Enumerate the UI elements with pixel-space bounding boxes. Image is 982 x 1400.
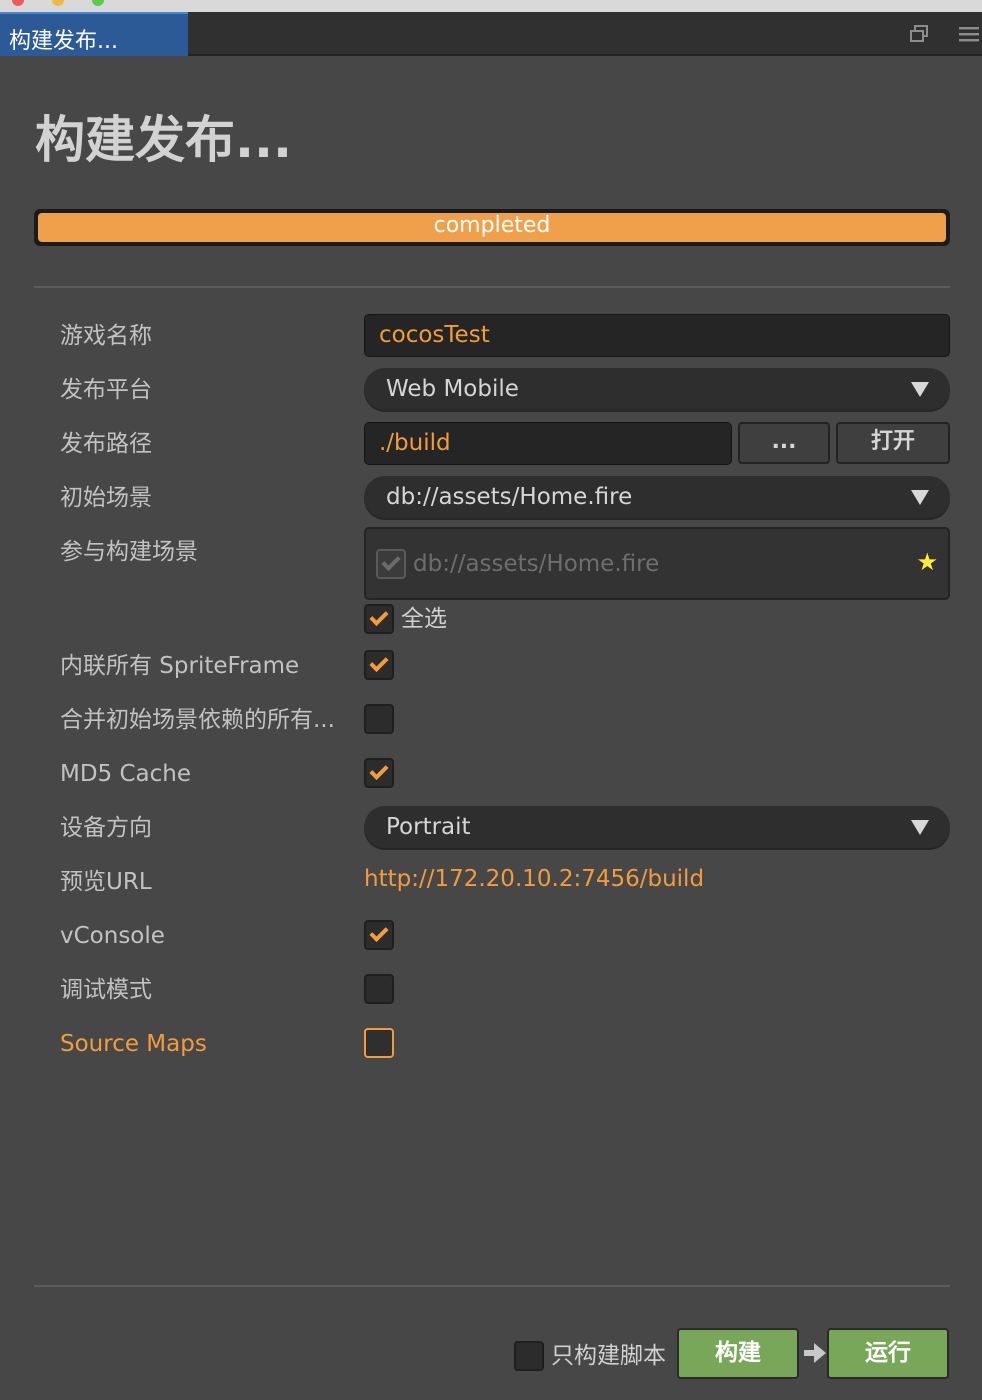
- script-only-checkbox[interactable]: [514, 1341, 544, 1371]
- build-path-label: 发布路径: [60, 431, 152, 457]
- checkmark-icon: [369, 652, 389, 673]
- start-scene-label: 初始场景: [60, 485, 152, 511]
- start-scene-value: db://assets/Home.fire: [386, 484, 633, 510]
- tab-label: 构建发布...: [9, 29, 118, 54]
- vconsole-checkbox[interactable]: [364, 920, 394, 950]
- select-all-label: 全选: [401, 606, 447, 632]
- tab-build-publish[interactable]: 构建发布...: [0, 12, 188, 56]
- platform-value: Web Mobile: [386, 376, 519, 402]
- menu-icon[interactable]: [956, 22, 980, 46]
- platform-select[interactable]: Web Mobile: [364, 368, 950, 410]
- browse-path-button[interactable]: ...: [738, 422, 830, 464]
- build-path-input[interactable]: ./build: [364, 422, 732, 465]
- game-name-input[interactable]: cocosTest: [364, 314, 950, 357]
- dropdown-arrow-icon: [911, 490, 929, 505]
- debug-mode-label: 调试模式: [60, 977, 152, 1003]
- progress-status-text: completed: [433, 213, 551, 238]
- script-only-label: 只构建脚本: [551, 1343, 666, 1369]
- orientation-select[interactable]: Portrait: [364, 806, 950, 848]
- open-folder-button[interactable]: 打开: [836, 422, 950, 464]
- panel-tab-bar: 构建发布...: [0, 12, 982, 56]
- platform-label: 发布平台: [60, 377, 152, 403]
- game-name-label: 游戏名称: [60, 323, 152, 349]
- build-button[interactable]: 构建: [677, 1328, 799, 1379]
- inline-spriteframe-checkbox[interactable]: [364, 650, 394, 680]
- checkmark-icon: [381, 551, 401, 572]
- scene-checkbox: [376, 549, 406, 579]
- run-button[interactable]: 运行: [827, 1328, 949, 1379]
- inline-spriteframe-label: 内联所有 SpriteFrame: [60, 653, 300, 679]
- merge-dependencies-label: 合并初始场景依赖的所有...: [60, 707, 335, 733]
- included-scenes-list: db://assets/Home.fire ★: [364, 527, 950, 600]
- dropdown-arrow-icon: [911, 820, 929, 835]
- debug-mode-checkbox[interactable]: [364, 974, 394, 1004]
- scene-path: db://assets/Home.fire: [413, 551, 660, 577]
- merge-dependencies-checkbox[interactable]: [364, 704, 394, 734]
- zoom-window-button[interactable]: [92, 0, 104, 6]
- arrow-right-icon: [804, 1343, 826, 1363]
- minimize-window-button[interactable]: [52, 0, 64, 6]
- checkmark-icon: [369, 760, 389, 781]
- title-bar-strip: [0, 0, 982, 12]
- star-icon: ★: [916, 548, 938, 576]
- build-progress-bar: completed: [34, 209, 950, 246]
- checkmark-icon: [369, 922, 389, 943]
- select-all-checkbox[interactable]: [364, 604, 394, 634]
- preview-url-label: 预览URL: [60, 869, 152, 895]
- source-maps-checkbox[interactable]: [364, 1028, 394, 1058]
- top-divider: [34, 286, 950, 288]
- dropdown-arrow-icon: [911, 382, 929, 397]
- md5-cache-label: MD5 Cache: [60, 761, 192, 787]
- source-maps-label: Source Maps: [60, 1031, 207, 1057]
- close-window-button[interactable]: [12, 0, 24, 6]
- vconsole-label: vConsole: [60, 923, 165, 949]
- preview-url-link[interactable]: http://172.20.10.2:7456/build: [364, 866, 704, 892]
- md5-cache-checkbox[interactable]: [364, 758, 394, 788]
- checkmark-icon: [369, 606, 389, 627]
- start-scene-select[interactable]: db://assets/Home.fire: [364, 476, 950, 518]
- page-title: 构建发布...: [35, 111, 292, 169]
- popout-icon[interactable]: [907, 22, 931, 46]
- bottom-divider: [34, 1285, 950, 1287]
- orientation-value: Portrait: [386, 814, 471, 840]
- included-scenes-label: 参与构建场景: [60, 539, 198, 565]
- orientation-label: 设备方向: [60, 815, 152, 841]
